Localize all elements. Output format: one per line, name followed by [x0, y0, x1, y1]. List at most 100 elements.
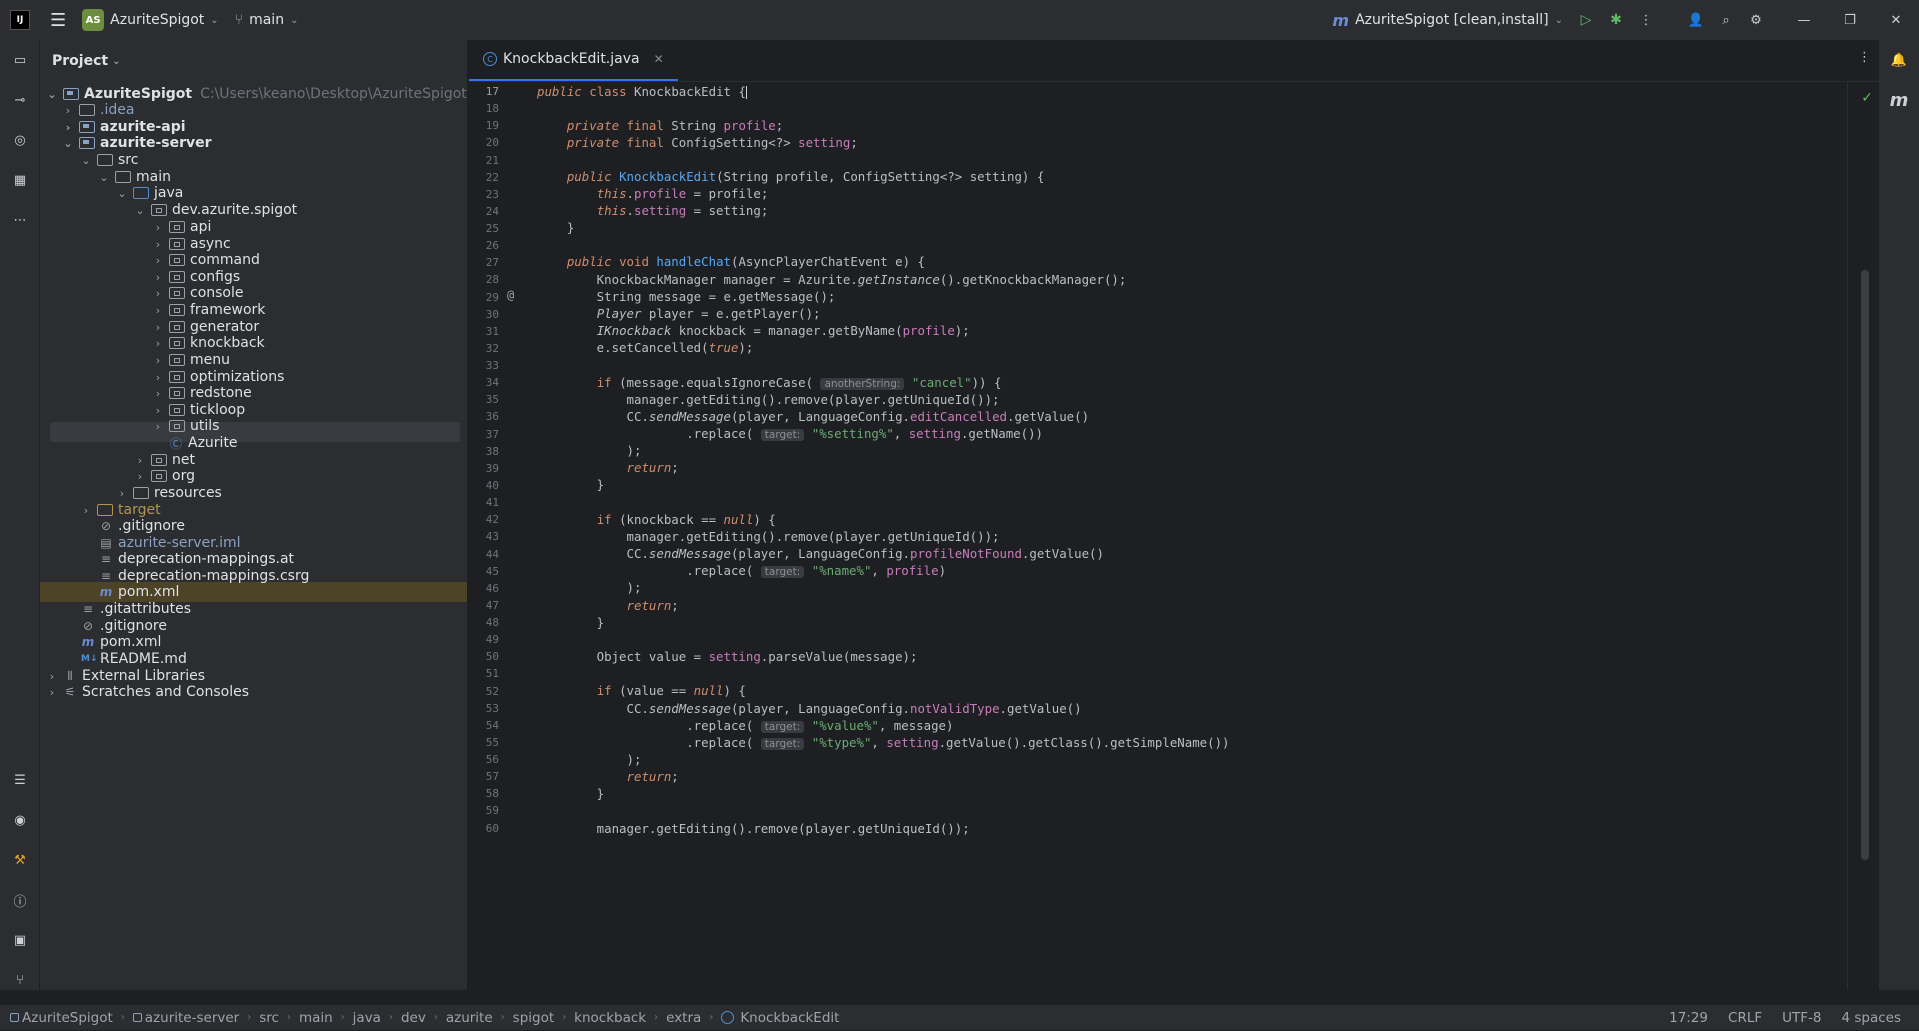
chevron-down-icon[interactable]: ⌄	[78, 154, 94, 167]
line-number[interactable]: 51	[469, 667, 499, 680]
minimize-button[interactable]: —	[1781, 5, 1827, 35]
breadcrumb-item[interactable]: extra	[666, 1010, 701, 1026]
project-switcher[interactable]: AS AzuriteSpigot ⌄	[74, 0, 227, 40]
services-tool-button[interactable]: ◉	[0, 800, 40, 840]
line-number[interactable]: 19	[469, 119, 499, 132]
line-number[interactable]: 56	[469, 753, 499, 766]
main-menu-button[interactable]: ☰	[42, 0, 74, 40]
indent-setting[interactable]: 4 spaces	[1841, 1010, 1901, 1026]
chevron-right-icon[interactable]: ›	[78, 504, 94, 517]
breadcrumb-item[interactable]: KnockbackEdit	[721, 1010, 839, 1026]
chevron-right-icon[interactable]: ›	[150, 321, 166, 334]
code-with-me-button[interactable]: 👤	[1681, 5, 1711, 35]
override-marker-icon[interactable]: @	[507, 288, 514, 302]
line-number[interactable]: 43	[469, 530, 499, 543]
restore-button[interactable]: ❐	[1827, 5, 1873, 35]
chevron-right-icon[interactable]: ›	[150, 387, 166, 400]
chevron-right-icon[interactable]: ›	[150, 404, 166, 417]
git-tool-button[interactable]: ⑂	[0, 960, 40, 1000]
debug-button[interactable]: ✱	[1601, 5, 1631, 35]
line-number[interactable]: 35	[469, 393, 499, 406]
chevron-right-icon[interactable]: ›	[150, 271, 166, 284]
breadcrumb-item[interactable]: src	[259, 1010, 279, 1026]
branch-switcher[interactable]: ⑂ main ⌄	[227, 0, 307, 40]
chevron-right-icon[interactable]: ›	[132, 454, 148, 467]
chevron-right-icon[interactable]: ›	[44, 670, 60, 683]
notifications-button[interactable]: 🔔	[1879, 40, 1919, 80]
plugins-tool-button[interactable]: ◎	[0, 120, 40, 160]
line-number[interactable]: 50	[469, 650, 499, 663]
file-encoding[interactable]: UTF-8	[1782, 1010, 1821, 1026]
breadcrumb-item[interactable]: java	[353, 1010, 381, 1026]
maven-tool-button[interactable]: m	[1879, 80, 1919, 120]
chevron-right-icon[interactable]: ›	[114, 487, 130, 500]
line-number[interactable]: 18	[469, 102, 499, 115]
chevron-right-icon[interactable]: ›	[150, 238, 166, 251]
line-number[interactable]: 53	[469, 702, 499, 715]
line-number[interactable]: 41	[469, 496, 499, 509]
line-number[interactable]: 45	[469, 565, 499, 578]
chevron-right-icon[interactable]: ›	[150, 420, 166, 433]
chevron-right-icon[interactable]: ›	[150, 371, 166, 384]
commit-tool-button[interactable]: ⊸	[0, 80, 40, 120]
tab-knockbackedit[interactable]: C KnockbackEdit.java ✕	[469, 39, 678, 81]
chevron-down-icon[interactable]: ⌄	[132, 204, 148, 217]
breadcrumb-item[interactable]: dev	[401, 1010, 426, 1026]
chevron-right-icon[interactable]: ›	[150, 221, 166, 234]
line-number[interactable]: 24	[469, 205, 499, 218]
line-number[interactable]: 40	[469, 479, 499, 492]
line-number[interactable]: 58	[469, 787, 499, 800]
intellij-logo-icon[interactable]: IJ	[10, 10, 30, 30]
line-number[interactable]: 26	[469, 239, 499, 252]
problems-tool-button[interactable]: ⓘ	[0, 880, 40, 920]
breadcrumb-item[interactable]: azurite	[446, 1010, 493, 1026]
chevron-right-icon[interactable]: ›	[60, 121, 76, 134]
run-button[interactable]: ▷	[1571, 5, 1601, 35]
chevron-right-icon[interactable]: ›	[150, 337, 166, 350]
line-number[interactable]: 57	[469, 770, 499, 783]
line-number[interactable]: 47	[469, 599, 499, 612]
line-number[interactable]: 30	[469, 308, 499, 321]
line-number[interactable]: 21	[469, 154, 499, 167]
chevron-right-icon[interactable]: ›	[150, 304, 166, 317]
chevron-right-icon[interactable]: ›	[150, 254, 166, 267]
line-number[interactable]: 25	[469, 222, 499, 235]
line-number[interactable]: 49	[469, 633, 499, 646]
line-number[interactable]: 54	[469, 719, 499, 732]
line-number[interactable]: 23	[469, 188, 499, 201]
line-number[interactable]: 55	[469, 736, 499, 749]
search-everywhere-button[interactable]: ⌕	[1711, 5, 1741, 35]
line-number[interactable]: 60	[469, 822, 499, 835]
line-number[interactable]: 36	[469, 410, 499, 423]
close-tab-icon[interactable]: ✕	[654, 52, 664, 66]
run-config-selector[interactable]: m AzuriteSpigot [clean,install] ⌄	[1324, 0, 1571, 40]
more-tools-button[interactable]: ⋯	[0, 200, 40, 240]
caret-position[interactable]: 17:29	[1669, 1010, 1708, 1026]
structure-tool-button[interactable]: ▦	[0, 160, 40, 200]
close-button[interactable]: ✕	[1873, 5, 1919, 35]
breadcrumb-item[interactable]: spigot	[513, 1010, 554, 1026]
line-number[interactable]: 17	[469, 85, 499, 98]
line-number[interactable]: 59	[469, 804, 499, 817]
settings-button[interactable]: ⚙	[1741, 5, 1771, 35]
line-number[interactable]: 48	[469, 616, 499, 629]
breadcrumb-item[interactable]: azurite-server	[132, 1010, 239, 1026]
line-number[interactable]: 42	[469, 513, 499, 526]
chevron-down-icon[interactable]: ⌄	[60, 137, 76, 150]
line-separator[interactable]: CRLF	[1728, 1010, 1762, 1026]
inspection-ok-icon[interactable]: ✓	[1861, 90, 1873, 106]
line-number[interactable]: 33	[469, 359, 499, 372]
chevron-down-icon[interactable]: ⌄	[114, 187, 130, 200]
chevron-right-icon[interactable]: ›	[44, 686, 60, 699]
line-number[interactable]: 31	[469, 325, 499, 338]
breadcrumb-item[interactable]: main	[299, 1010, 333, 1026]
vertical-scrollbar[interactable]	[1861, 270, 1869, 860]
chevron-down-icon[interactable]: ⌄	[96, 171, 112, 184]
project-panel-header[interactable]: Project ⌄	[40, 40, 467, 82]
chevron-down-icon[interactable]: ⌄	[44, 88, 60, 101]
line-number[interactable]: 52	[469, 685, 499, 698]
todo-tool-button[interactable]: ☰	[0, 760, 40, 800]
line-number[interactable]: 38	[469, 445, 499, 458]
line-number[interactable]: 22	[469, 171, 499, 184]
tree-item-scratches[interactable]: › ⚟ Scratches and Consoles	[40, 682, 249, 702]
